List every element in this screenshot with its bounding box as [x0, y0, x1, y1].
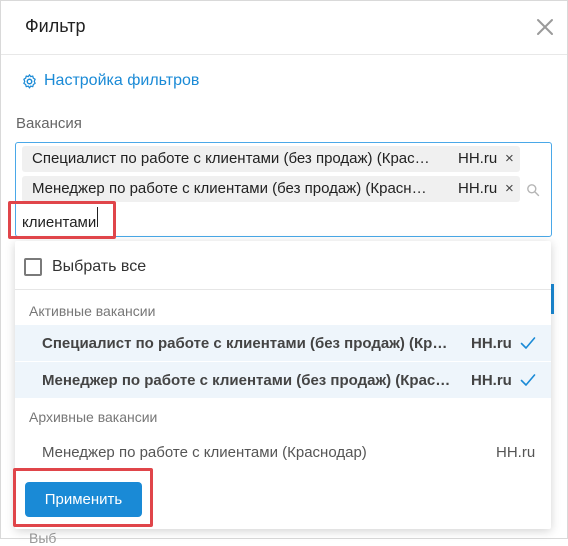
filter-panel: Фильтр Настройка фильтров Вакансия Специ… [0, 0, 568, 546]
vacancy-chip: Специалист по работе с клиентами (без пр… [22, 146, 520, 172]
option-source: HH.ru [471, 372, 512, 389]
background-field-label: Выб [29, 530, 57, 546]
vacancy-search-input[interactable] [22, 209, 132, 235]
vacancy-tag-input[interactable]: Специалист по работе с клиентами (без пр… [15, 142, 552, 237]
option-label: Менеджер по работе с клиентами (Краснода… [42, 444, 367, 461]
select-all-checkbox[interactable] [24, 258, 42, 276]
option-source: HH.ru [496, 444, 536, 461]
filter-settings-link[interactable]: Настройка фильтров [21, 71, 199, 91]
dropdown-option[interactable]: Специалист по работе с клиентами (без пр… [15, 325, 551, 361]
filter-header: Фильтр [1, 1, 567, 55]
check-icon [520, 337, 536, 349]
select-all-label: Выбрать все [52, 258, 147, 275]
check-icon [520, 374, 536, 386]
chip-label: Менеджер по работе с клиентами (без прод… [32, 180, 430, 197]
close-icon[interactable] [533, 15, 557, 39]
archive-group-label: Архивные вакансии [29, 409, 158, 425]
option-label: Специалист по работе с клиентами (без пр… [42, 335, 454, 352]
dropdown-option[interactable]: Менеджер по работе с клиентами (Краснода… [15, 434, 551, 470]
search-icon [527, 184, 540, 197]
option-label: Менеджер по работе с клиентами (без прод… [42, 372, 454, 389]
option-source: HH.ru [471, 335, 512, 352]
text-caret [97, 207, 98, 227]
chip-source: HH.ru [458, 150, 498, 167]
chip-remove-icon[interactable]: × [505, 150, 514, 167]
chip-remove-icon[interactable]: × [505, 180, 514, 197]
chip-label: Специалист по работе с клиентами (без пр… [32, 150, 430, 167]
vacancy-chip: Менеджер по работе с клиентами (без прод… [22, 176, 520, 202]
vacancy-label: Вакансия [16, 115, 82, 132]
vacancy-dropdown: Выбрать все Активные вакансии Специалист… [15, 241, 551, 529]
select-all-option[interactable]: Выбрать все [15, 241, 551, 290]
dropdown-option[interactable]: Менеджер по работе с клиентами (без прод… [15, 362, 551, 398]
active-group-label: Активные вакансии [29, 303, 156, 319]
chip-source: HH.ru [458, 180, 498, 197]
page-title: Фильтр [25, 16, 86, 36]
apply-button[interactable]: Применить [25, 482, 142, 517]
gear-icon [23, 73, 36, 89]
filter-settings-label: Настройка фильтров [44, 72, 200, 89]
